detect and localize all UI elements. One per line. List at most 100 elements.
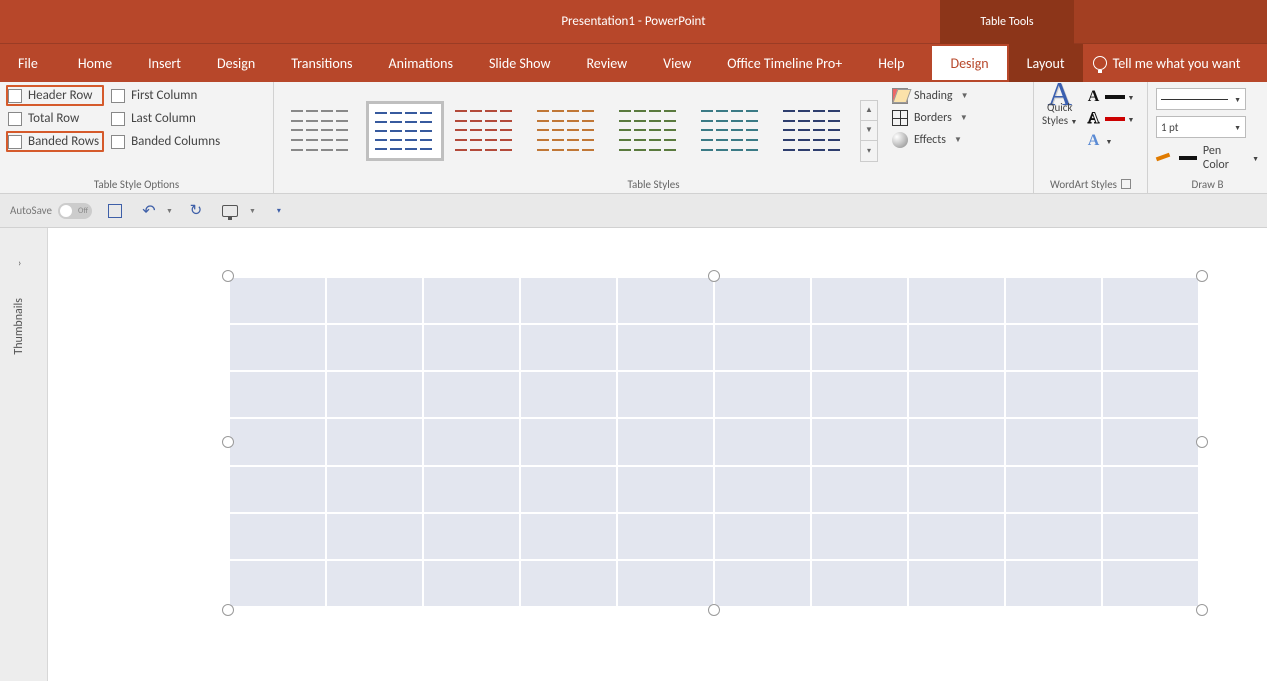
resize-handle-s[interactable]: [708, 604, 720, 616]
pen-color-button[interactable]: Pen Color ▼: [1156, 144, 1259, 172]
borders-label: Borders: [914, 111, 952, 125]
title-decoration: [1074, 0, 1267, 44]
inserted-table[interactable]: [228, 276, 1200, 608]
pen-color-label: Pen Color: [1203, 144, 1246, 172]
checkbox-last-column[interactable]: Last Column: [111, 111, 220, 126]
save-button[interactable]: [104, 200, 126, 222]
table-style-1[interactable]: [284, 101, 362, 161]
menu-bar: File Home Insert Design Transitions Anim…: [0, 44, 1267, 82]
pen-style-dropdown[interactable]: ▼: [1156, 88, 1246, 110]
label-total-row: Total Row: [28, 111, 79, 126]
tab-home[interactable]: Home: [60, 44, 130, 82]
chevron-down-icon: ▼: [961, 91, 969, 101]
text-fill-button[interactable]: A ▼: [1083, 88, 1134, 106]
slide-canvas[interactable]: [48, 228, 1267, 681]
label-first-column: First Column: [131, 88, 197, 103]
pen-icon: [1156, 151, 1173, 165]
toggle-switch[interactable]: Off: [58, 203, 92, 219]
tab-office-timeline[interactable]: Office Timeline Pro+: [709, 44, 860, 82]
table-style-2-selected[interactable]: [366, 101, 444, 161]
table-styles-gallery[interactable]: ▲ ▼ ▾: [282, 86, 878, 175]
workspace: › Thumbnails: [0, 228, 1267, 681]
gallery-scroll-down[interactable]: ▼: [861, 121, 877, 141]
resize-handle-se[interactable]: [1196, 604, 1208, 616]
resize-handle-e[interactable]: [1196, 436, 1208, 448]
tab-review[interactable]: Review: [568, 44, 645, 82]
table-style-7[interactable]: [776, 101, 854, 161]
tab-file[interactable]: File: [0, 44, 56, 82]
label-last-column: Last Column: [131, 111, 196, 126]
text-outline-icon: A: [1083, 110, 1103, 128]
resize-handle-w[interactable]: [222, 436, 234, 448]
tab-table-design[interactable]: Design: [930, 44, 1008, 82]
text-effects-button[interactable]: A ▼: [1083, 132, 1134, 150]
shading-label: Shading: [914, 89, 953, 103]
text-outline-button[interactable]: A ▼: [1083, 110, 1134, 128]
tab-design-main[interactable]: Design: [199, 44, 273, 82]
borders-icon: [892, 110, 908, 126]
checkbox-icon: [8, 89, 22, 103]
checkbox-icon: [8, 135, 22, 149]
dropdown-icon[interactable]: ▼: [249, 206, 256, 215]
start-from-beginning-button[interactable]: [219, 200, 241, 222]
table-style-5[interactable]: [612, 101, 690, 161]
group-label: Draw B: [1156, 175, 1259, 193]
table-style-4[interactable]: [530, 101, 608, 161]
gallery-scroll-up[interactable]: ▲: [861, 101, 877, 121]
checkbox-icon: [8, 112, 22, 126]
label-banded-columns: Banded Columns: [131, 134, 220, 149]
color-swatch: [1105, 95, 1125, 99]
pen-weight-dropdown[interactable]: 1 pt ▼: [1156, 116, 1246, 138]
group-table-style-options: Header Row Total Row Banded Rows First C…: [0, 82, 274, 193]
tab-help[interactable]: Help: [860, 44, 922, 82]
effects-button[interactable]: Effects ▼: [892, 132, 969, 148]
ribbon: Header Row Total Row Banded Rows First C…: [0, 82, 1267, 194]
dialog-launcher-icon[interactable]: [1121, 179, 1131, 189]
tab-transitions[interactable]: Transitions: [273, 44, 370, 82]
resize-handle-ne[interactable]: [1196, 270, 1208, 282]
chevron-down-icon: ▼: [1234, 123, 1241, 132]
redo-button[interactable]: [185, 200, 207, 222]
tab-view[interactable]: View: [645, 44, 709, 82]
undo-dropdown[interactable]: ▼: [166, 206, 173, 215]
expand-thumbnails-button[interactable]: ›: [18, 256, 21, 269]
tab-insert[interactable]: Insert: [130, 44, 199, 82]
checkbox-total-row[interactable]: Total Row: [8, 111, 99, 126]
table-style-3[interactable]: [448, 101, 526, 161]
checkbox-first-column[interactable]: First Column: [111, 88, 220, 103]
checkbox-header-row[interactable]: Header Row: [6, 85, 104, 106]
effects-icon: [892, 132, 908, 148]
tab-slideshow[interactable]: Slide Show: [471, 44, 568, 82]
styles-label: Styles ▼: [1042, 114, 1077, 128]
tell-me-label: Tell me what you want: [1113, 55, 1241, 72]
customize-qat-button[interactable]: [268, 200, 290, 222]
table-style-6[interactable]: [694, 101, 772, 161]
effects-label: Effects: [914, 133, 946, 147]
checkbox-icon: [111, 112, 125, 126]
contextual-tab-label: Table Tools: [940, 0, 1074, 44]
quick-styles-button[interactable]: A Quick Styles ▼: [1042, 88, 1077, 128]
shading-icon: [892, 88, 908, 104]
group-label: Table Styles: [282, 175, 1025, 193]
label-header-row: Header Row: [28, 88, 92, 103]
resize-handle-nw[interactable]: [222, 270, 234, 282]
gallery-scroll[interactable]: ▲ ▼ ▾: [860, 100, 878, 162]
borders-button[interactable]: Borders ▼: [892, 110, 969, 126]
resize-handle-sw[interactable]: [222, 604, 234, 616]
tell-me-search[interactable]: Tell me what you want: [1083, 44, 1267, 82]
gallery-expand[interactable]: ▾: [861, 141, 877, 161]
checkbox-icon: [111, 89, 125, 103]
line-style-preview: [1161, 99, 1228, 100]
group-table-styles: ▲ ▼ ▾ Shading ▼ Borders ▼ Eff: [274, 82, 1034, 193]
autosave-toggle[interactable]: AutoSave Off: [10, 203, 92, 219]
undo-button[interactable]: [138, 200, 160, 222]
group-label: Table Style Options: [8, 175, 265, 193]
thumbnails-pane: › Thumbnails: [0, 228, 48, 681]
shading-button[interactable]: Shading ▼: [892, 88, 969, 104]
checkbox-banded-columns[interactable]: Banded Columns: [111, 134, 220, 149]
save-icon: [108, 204, 122, 218]
checkbox-banded-rows[interactable]: Banded Rows: [6, 131, 104, 152]
tab-animations[interactable]: Animations: [371, 44, 471, 82]
wordart-A-icon: A: [1043, 88, 1076, 101]
resize-handle-n[interactable]: [708, 270, 720, 282]
